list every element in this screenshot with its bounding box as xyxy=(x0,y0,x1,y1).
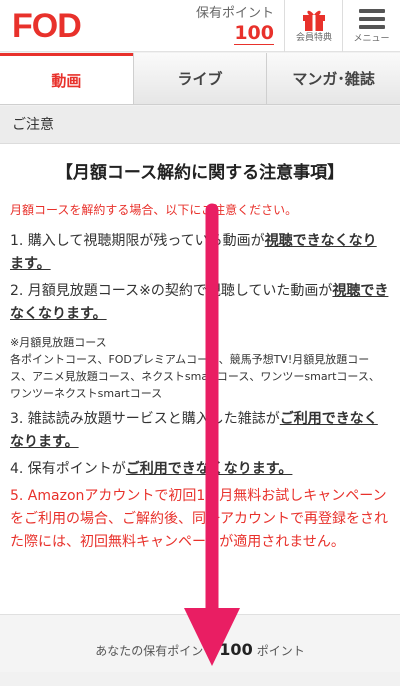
cancellation-notice: 【月額コース解約に関する注意事項】 月額コースを解約する場合、以下にご注意くださ… xyxy=(0,144,400,614)
course-note-title: ※月額見放題コース xyxy=(10,336,107,349)
points-summary-value: 100 xyxy=(219,640,253,659)
notice-item-4: 4. 保有ポイントがご利用できなくなります。 xyxy=(10,461,293,477)
course-note-body: 各ポイントコース、FODプレミアムコース、競馬予想TV!月額見放題コース、アニメ… xyxy=(10,353,380,400)
tab-live[interactable]: ライブ xyxy=(132,53,267,104)
notice-intro: 月額コースを解約する場合、以下にご注意ください。 xyxy=(10,203,298,217)
tab-video[interactable]: 動画 xyxy=(0,53,133,104)
tab-manga-magazine[interactable]: マンガ･雑誌 xyxy=(266,53,400,104)
points-summary: あなたの保有ポイント 100 ポイント xyxy=(0,614,400,672)
member-benefits-button[interactable]: 会員特典 xyxy=(286,0,343,52)
gift-icon xyxy=(303,10,325,31)
points-value[interactable]: 100 xyxy=(234,22,274,45)
points-label: 保有ポイント xyxy=(195,6,274,21)
menu-label: メニュー xyxy=(353,34,390,44)
menu-button[interactable]: メニュー xyxy=(343,0,400,52)
category-tabs: 動画 ライブ マンガ･雑誌 xyxy=(0,53,400,105)
fod-logo[interactable]: FOD xyxy=(12,8,82,44)
points-summary-suffix: ポイント xyxy=(256,644,305,658)
member-benefits-label: 会員特典 xyxy=(295,33,332,43)
notice-item-5: 5. Amazonアカウントで初回1ヵ月無料お試しキャンペーンをご利用の場合、ご… xyxy=(10,488,388,550)
notice-item-1: 1. 購入して視聴期限が残っている動画が視聴できなくなります。 xyxy=(10,233,377,272)
app-header: FOD 保有ポイント 100 会員特典 メニュー xyxy=(0,0,400,52)
hamburger-icon xyxy=(358,9,385,29)
section-title: ご注意 xyxy=(0,106,400,144)
points-display[interactable]: 保有ポイント 100 xyxy=(170,0,285,52)
points-summary-prefix: あなたの保有ポイント xyxy=(95,644,216,658)
notice-item-3: 3. 雑誌読み放題サービスと購入した雑誌がご利用できなくなります。 xyxy=(10,411,378,450)
notice-item-2: 2. 月額見放題コース※の契約で視聴していた動画が視聴できなくなります。 xyxy=(10,283,389,322)
notice-item-4-emphasis: ご利用できなくなります。 xyxy=(125,461,293,477)
notice-heading: 【月額コース解約に関する注意事項】 xyxy=(55,163,345,183)
